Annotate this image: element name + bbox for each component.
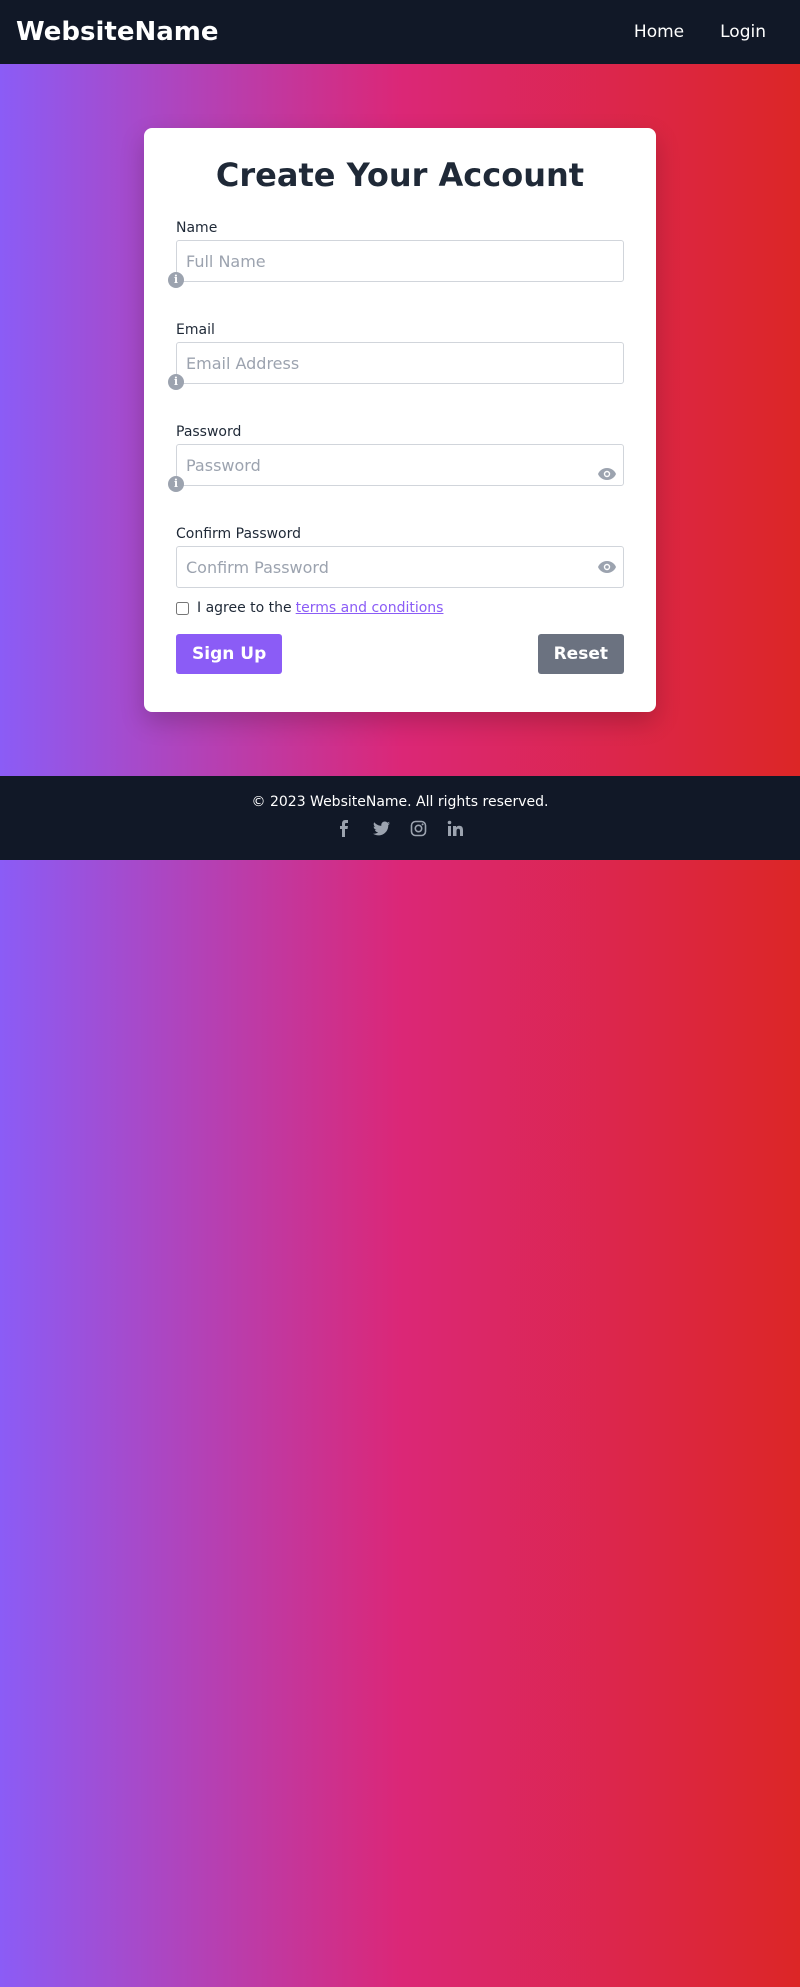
footer: © 2023 WebsiteName. All rights reserved. xyxy=(0,776,800,860)
nav-link-login[interactable]: Login xyxy=(702,14,784,50)
linkedin-icon[interactable] xyxy=(447,820,464,837)
agree-text: I agree to the xyxy=(197,600,292,616)
nav-links: Home Login xyxy=(616,14,784,50)
navbar: WebsiteName Home Login xyxy=(0,0,800,64)
name-input[interactable] xyxy=(176,240,624,282)
page-title: Create Your Account xyxy=(215,156,585,194)
reset-button[interactable]: Reset xyxy=(537,634,624,674)
confirm-password-input-wrap xyxy=(176,546,624,588)
password-field-group: Password i xyxy=(168,424,624,526)
copyright-text: © 2023 WebsiteName. All rights reserved. xyxy=(251,794,549,810)
info-icon[interactable]: i xyxy=(168,374,184,390)
signup-button[interactable]: Sign Up xyxy=(176,634,283,674)
password-input-wrap: i xyxy=(168,444,624,492)
terms-checkbox[interactable] xyxy=(176,601,189,615)
email-input[interactable] xyxy=(176,342,624,384)
twitter-icon[interactable] xyxy=(373,820,390,837)
name-input-wrap: i xyxy=(168,240,624,288)
facebook-icon[interactable] xyxy=(336,820,353,837)
confirm-password-field-group: Confirm Password xyxy=(176,526,624,588)
info-icon[interactable]: i xyxy=(168,272,184,288)
name-label: Name xyxy=(176,220,218,236)
form-actions: Sign Up Reset xyxy=(176,634,624,674)
social-links xyxy=(0,820,800,837)
terms-agreement: I agree to the terms and conditions xyxy=(176,600,624,616)
password-input[interactable] xyxy=(176,444,624,486)
signup-card: Create Your Account Name i Email i Passw… xyxy=(144,128,656,712)
main-content: Create Your Account Name i Email i Passw… xyxy=(0,64,800,776)
confirm-password-label: Confirm Password xyxy=(176,526,302,542)
name-field-group: Name i xyxy=(168,220,624,322)
email-input-wrap: i xyxy=(168,342,624,390)
confirm-password-input[interactable] xyxy=(176,546,624,588)
email-label: Email xyxy=(176,322,215,338)
eye-icon[interactable] xyxy=(598,468,616,480)
password-label: Password xyxy=(176,424,242,440)
nav-link-home[interactable]: Home xyxy=(616,14,702,50)
eye-icon[interactable] xyxy=(598,561,616,573)
terms-link[interactable]: terms and conditions xyxy=(296,600,444,616)
info-icon[interactable]: i xyxy=(168,476,184,492)
instagram-icon[interactable] xyxy=(410,820,427,837)
brand-logo[interactable]: WebsiteName xyxy=(16,17,218,47)
email-field-group: Email i xyxy=(168,322,624,424)
